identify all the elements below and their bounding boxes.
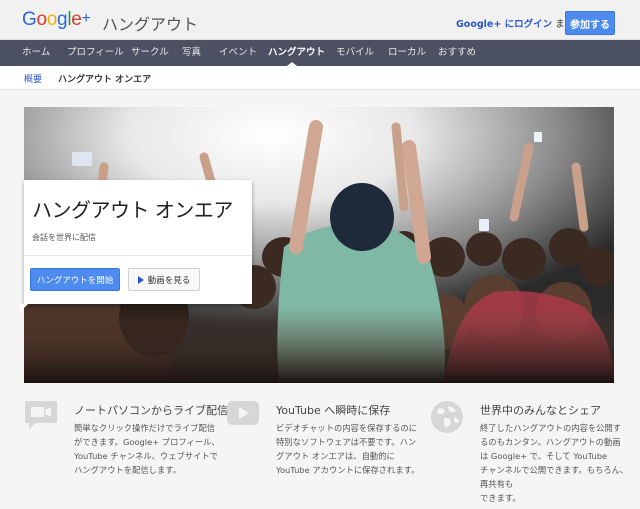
subnav-overview-link[interactable]: 概要: [24, 72, 42, 85]
nav-item-circles[interactable]: サークル: [131, 40, 169, 66]
login-link[interactable]: Google+ にログイン: [456, 19, 552, 30]
nav-item-local[interactable]: ローカル: [388, 40, 426, 66]
card-pointer: [20, 304, 28, 312]
hero-card: ハングアウト オンエア 会話を世界に配信 ハングアウトを開始 動画を見る: [24, 180, 252, 304]
hero-divider: [24, 255, 252, 256]
join-button[interactable]: 参加する: [565, 11, 615, 35]
nav-item-events[interactable]: イベント: [219, 40, 257, 66]
feature-title: YouTube へ瞬時に保存: [276, 404, 391, 417]
feature-description: 簡単なクリック操作だけでライブ配信 ができます。Google+ プロフィール、 …: [74, 423, 220, 475]
google-plus-logo[interactable]: Google+: [22, 9, 91, 31]
nav-item-photos[interactable]: 写真: [182, 40, 201, 66]
hero-subtitle: 会話を世界に配信: [32, 233, 96, 242]
top-header: Google+ ハングアウト Google+ にログイン または 参加する: [0, 0, 640, 40]
main-nav: ホーム プロフィール サークル 写真 イベント ハングアウト モバイル ローカル…: [0, 40, 640, 66]
feature-title: ノートパソコンからライブ配信: [74, 404, 228, 417]
nav-item-profile[interactable]: プロフィール: [67, 40, 124, 66]
feature-description: ビデオチャットの内容を保存するのに 特別なソフトウェアは不要です。ハン グアウト…: [276, 423, 420, 475]
nav-item-home[interactable]: ホーム: [22, 40, 50, 66]
sub-nav: 概要 ハングアウト オンエア: [0, 66, 640, 90]
product-name: ハングアウト: [102, 15, 199, 34]
subnav-current[interactable]: ハングアウト オンエア: [58, 72, 151, 85]
start-hangout-button[interactable]: ハングアウトを開始: [30, 268, 120, 291]
nav-item-recommended[interactable]: おすすめ: [438, 40, 476, 66]
watch-video-button[interactable]: 動画を見る: [128, 268, 200, 291]
watch-video-label: 動画を見る: [147, 275, 191, 286]
nav-item-mobile[interactable]: モバイル: [336, 40, 374, 66]
hero-title: ハングアウト オンエア: [32, 198, 233, 222]
youtube-play-icon: [226, 400, 260, 430]
globe-icon: [430, 400, 464, 438]
feature-description: 終了したハングアウトの内容を公開す るのもカンタン。ハングアウトの動画 は Go…: [480, 423, 629, 503]
video-camera-icon: [24, 400, 58, 434]
play-icon: [137, 275, 144, 284]
feature-title: 世界中のみんなとシェア: [480, 404, 601, 417]
